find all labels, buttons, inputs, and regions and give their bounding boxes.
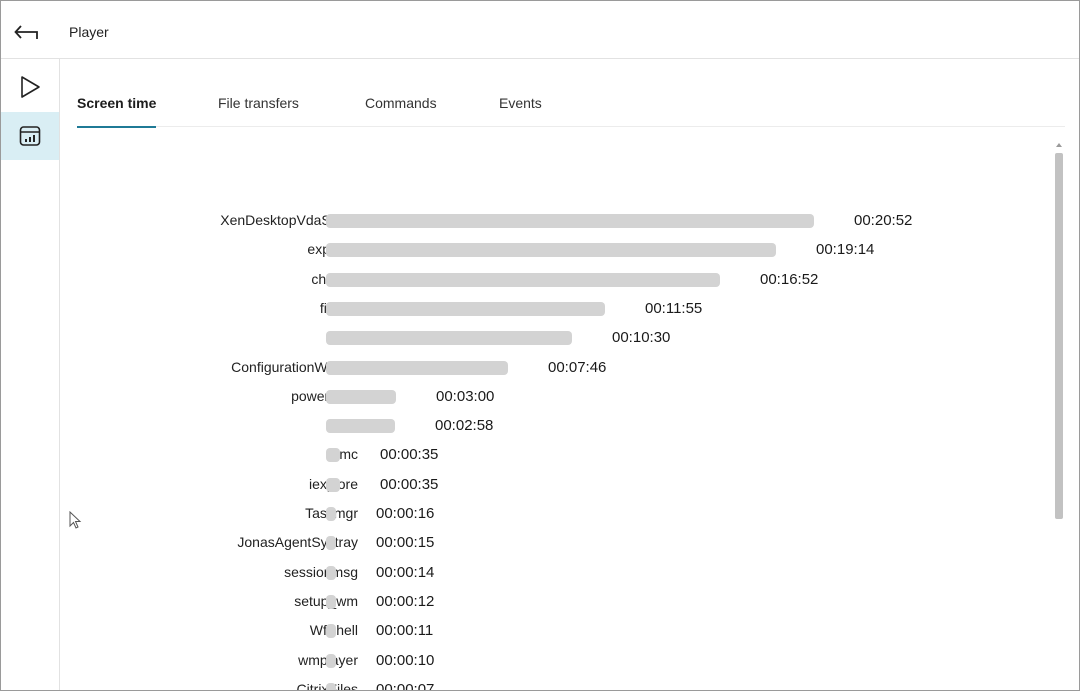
duration-label: 00:00:12 <box>376 593 435 610</box>
chart-row: mmc 00:00:35 <box>61 445 1051 465</box>
chart-row: csrss00:10:30 <box>61 328 1051 348</box>
chart-row: ConfigurationWizard 00:07:46 <box>61 358 1051 378</box>
chart-row: wmplayer00:00:10 <box>61 651 1051 671</box>
chart-row: JonasAgentSystray 00:00:15 <box>61 533 1051 553</box>
duration-label: 00:11:55 <box>645 300 703 317</box>
duration-label: 00:00:10 <box>376 652 435 669</box>
play-icon <box>21 76 40 98</box>
screen-time-bar <box>326 566 336 580</box>
category-label: JonasAgentSystray <box>237 534 358 550</box>
chart-row: chrome00:16:52 <box>61 270 1051 290</box>
duration-label: 00:00:07 <box>376 681 435 691</box>
chart-row: powershell 00:03:00 <box>61 387 1051 407</box>
duration-label: 00:07:46 <box>548 359 607 376</box>
screen-time-bar <box>326 654 336 668</box>
screen-time-bar <box>326 390 396 404</box>
screen-time-bar <box>326 536 336 550</box>
page-title: Player <box>69 24 109 40</box>
screen-time-bar <box>326 419 395 433</box>
screen-time-bar <box>326 595 336 609</box>
duration-label: 00:00:14 <box>376 564 435 581</box>
duration-label: 00:00:16 <box>376 505 435 522</box>
screen-time-bar <box>326 624 336 638</box>
chart-row: explorer00:19:14 <box>61 240 1051 260</box>
screen-time-bar <box>326 448 340 462</box>
screen-time-bar <box>326 214 814 228</box>
tab-screen-time[interactable]: Screen time <box>77 95 157 128</box>
back-arrow-icon <box>14 25 38 39</box>
duration-label: 00:00:11 <box>376 622 434 639</box>
tab-file-transfers[interactable]: File transfers <box>218 95 299 127</box>
tab-bar: Screen time File transfers Commands Even… <box>77 95 1065 128</box>
screen-time-bar <box>326 302 605 316</box>
play-button[interactable] <box>1 63 59 111</box>
chart-row: CitrixFiles00:00:07 <box>61 680 1051 691</box>
chart-row: XenDesktopVdaSetup 00:20:52 <box>61 211 1051 231</box>
statistics-icon <box>19 126 41 146</box>
left-rail <box>1 59 60 690</box>
mouse-cursor-icon <box>69 511 82 529</box>
duration-label: 00:19:14 <box>816 241 875 258</box>
duration-label: 00:16:52 <box>760 271 819 288</box>
chart-row: iexplore00:00:35 <box>61 475 1051 495</box>
screen-time-bar <box>326 273 720 287</box>
screen-time-bar <box>326 243 776 257</box>
duration-label: 00:20:52 <box>854 212 913 229</box>
chart-row: setup_wm00:00:12 <box>61 592 1051 612</box>
screen-time-chart: XenDesktopVdaSetup00:20:52 explorer00:19:… <box>61 201 1051 691</box>
duration-label: 00:02:58 <box>435 417 494 434</box>
duration-label: 00:00:35 <box>380 476 439 493</box>
scrollbar-thumb[interactable] <box>1055 153 1063 519</box>
duration-label: 00:10:30 <box>612 329 671 346</box>
duration-label: 00:00:35 <box>380 446 439 463</box>
statistics-button[interactable] <box>1 112 59 160</box>
screen-time-bar <box>326 331 572 345</box>
screen-time-bar <box>326 478 340 492</box>
chart-row: WfShell00:00:11 <box>61 621 1051 641</box>
chart-row: firefox00:11:55 <box>61 299 1051 319</box>
screen-time-bar <box>326 507 336 521</box>
duration-label: 00:03:00 <box>436 388 495 405</box>
top-bar: Player <box>1 1 1079 59</box>
chart-row: Taskmgr00:00:16 <box>61 504 1051 524</box>
tab-commands[interactable]: Commands <box>365 95 437 127</box>
tab-events[interactable]: Events <box>499 95 542 127</box>
chart-row: sessionmsg 00:00:14 <box>61 563 1051 583</box>
duration-label: 00:00:15 <box>376 534 435 551</box>
category-label: sessionmsg <box>284 564 358 580</box>
chart-row: cmd00:02:58 <box>61 416 1051 436</box>
screen-time-bar <box>326 361 508 375</box>
player-window: Player Screen time File transfers Comman… <box>0 0 1080 691</box>
back-button[interactable] <box>9 15 45 47</box>
scroll-up-arrow-icon[interactable] <box>1056 143 1062 147</box>
screen-time-bar <box>326 683 336 690</box>
